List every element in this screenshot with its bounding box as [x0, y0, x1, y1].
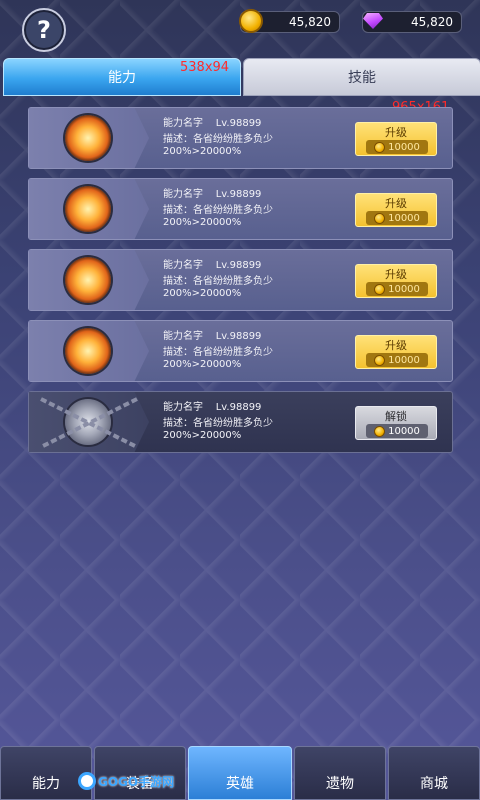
watermark-c-icon: [78, 772, 96, 790]
gold-coin-icon: [239, 9, 263, 33]
unlock-button[interactable]: 解锁 10000: [355, 406, 437, 440]
nav-ability-label: 能力: [32, 776, 60, 792]
ability-name-level: 能力名字 Lv.98899: [163, 118, 262, 129]
upgrade-label: 升级: [385, 268, 407, 281]
upgrade-label: 升级: [385, 339, 407, 352]
phoenix-emblem-icon: [65, 257, 111, 303]
ability-stat: 200%>20000%: [163, 146, 242, 157]
ability-stat: 200%>20000%: [163, 288, 242, 299]
ability-stat: 200%>20000%: [163, 217, 242, 228]
chains-icon: [40, 397, 138, 449]
upgrade-button[interactable]: 升级 10000: [355, 335, 437, 369]
coin-icon: [374, 425, 386, 437]
nav-relic[interactable]: 遗物: [294, 746, 386, 800]
tab-skill[interactable]: 技能: [243, 58, 480, 96]
tab-skill-label: 技能: [348, 70, 376, 86]
ability-card-locked: 能力名字 Lv.98899 描述：各省纷纷胜多负少 200%>20000% 解锁…: [28, 391, 453, 453]
gold-amount: 45,820: [289, 15, 331, 29]
ability-name-level: 能力名字 Lv.98899: [163, 260, 262, 271]
upgrade-button[interactable]: 升级 10000: [355, 193, 437, 227]
upgrade-button[interactable]: 升级 10000: [355, 122, 437, 156]
upgrade-label: 升级: [385, 126, 407, 139]
phoenix-emblem-icon: [65, 328, 111, 374]
ability-name-level: 能力名字 Lv.98899: [163, 331, 262, 342]
tab-ability-label: 能力: [108, 70, 136, 86]
ability-card: 能力名字 Lv.98899 描述：各省纷纷胜多负少 200%>20000% 升级…: [28, 107, 453, 169]
nav-hero-label: 英雄: [226, 776, 254, 792]
upgrade-cost: 10000: [366, 353, 428, 367]
upgrade-label: 升级: [385, 197, 407, 210]
ability-description: 描述：各省纷纷胜多负少: [163, 418, 273, 429]
upgrade-cost: 10000: [366, 140, 428, 154]
ability-name-level: 能力名字 Lv.98899: [163, 189, 262, 200]
coin-icon: [374, 141, 386, 153]
ability-description: 描述：各省纷纷胜多负少: [163, 205, 273, 216]
nav-hero[interactable]: 英雄: [188, 746, 292, 800]
upgrade-button[interactable]: 升级 10000: [355, 264, 437, 298]
gem-counter: 45,820: [362, 11, 462, 33]
coin-icon: [374, 212, 386, 224]
ability-stat: 200%>20000%: [163, 430, 242, 441]
question-mark-icon: ?: [37, 16, 51, 44]
tab-bar: 能力 技能: [3, 58, 480, 96]
nav-shop[interactable]: 商城: [388, 746, 480, 800]
ability-card: 能力名字 Lv.98899 描述：各省纷纷胜多负少 200%>20000% 升级…: [28, 320, 453, 382]
ability-card: 能力名字 Lv.98899 描述：各省纷纷胜多负少 200%>20000% 升级…: [28, 249, 453, 311]
coin-icon: [374, 283, 386, 295]
upgrade-cost: 10000: [366, 282, 428, 296]
ability-description: 描述：各省纷纷胜多负少: [163, 276, 273, 287]
gold-counter: 45,820: [239, 9, 340, 33]
ability-description: 描述：各省纷纷胜多负少: [163, 347, 273, 358]
debug-size-tag: 538x94: [180, 60, 230, 75]
nav-relic-label: 遗物: [326, 776, 354, 792]
phoenix-emblem-icon: [65, 115, 111, 161]
ability-card: 能力名字 Lv.98899 描述：各省纷纷胜多负少 200%>20000% 升级…: [28, 178, 453, 240]
upgrade-cost: 10000: [366, 211, 428, 225]
ability-name-level: 能力名字 Lv.98899: [163, 402, 262, 413]
ability-stat: 200%>20000%: [163, 359, 242, 370]
phoenix-emblem-icon: [65, 186, 111, 232]
gem-amount: 45,820: [411, 15, 453, 29]
unlock-label: 解锁: [385, 410, 407, 423]
nav-shop-label: 商城: [420, 776, 448, 792]
ability-description: 描述：各省纷纷胜多负少: [163, 134, 273, 145]
bottom-nav: 能力 装备 英雄 遗物 商城: [0, 746, 480, 800]
unlock-cost: 10000: [366, 424, 428, 438]
watermark-logo: GOGO手游网: [78, 770, 174, 792]
gem-icon: [361, 9, 385, 33]
help-button[interactable]: ?: [22, 8, 66, 52]
coin-icon: [374, 354, 386, 366]
